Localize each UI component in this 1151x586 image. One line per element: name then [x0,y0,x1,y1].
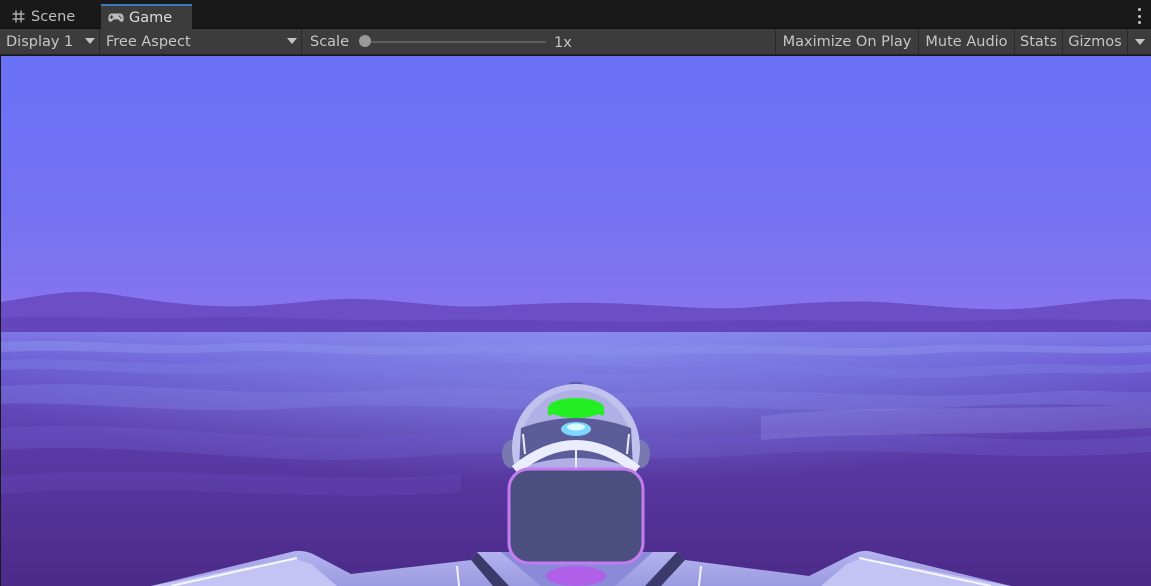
aspect-dropdown-label: Free Aspect [106,33,191,50]
game-view-toolbar: Display 1 Free Aspect Scale 1x Maximize … [0,29,1151,55]
grid-hash-icon [10,9,26,25]
scale-label: Scale [310,34,350,50]
game-viewport[interactable] [1,56,1151,586]
more-options-icon[interactable] [1136,8,1142,24]
mute-audio-toggle[interactable]: Mute Audio [918,29,1014,54]
tab-scene-label: Scene [31,8,76,25]
tab-game-label: Game [129,9,173,26]
scale-value: 1x [554,35,572,51]
display-dropdown-label: Display 1 [6,33,74,50]
scale-slider-handle[interactable] [359,35,371,47]
tab-bar: Scene Game [0,0,1151,29]
aspect-dropdown[interactable]: Free Aspect [100,29,302,54]
scale-slider-track[interactable] [365,41,546,43]
maximize-on-play-toggle[interactable]: Maximize On Play [775,29,918,54]
chevron-down-icon [1134,38,1145,45]
gizmos-dropdown[interactable] [1127,29,1151,54]
tab-scene[interactable]: Scene [0,4,100,29]
chevron-down-icon [85,38,95,44]
game-render [1,56,1151,586]
chevron-down-icon [287,38,297,44]
stats-toggle[interactable]: Stats [1014,29,1062,54]
gizmos-toggle[interactable]: Gizmos [1062,29,1127,54]
tab-game[interactable]: Game [101,4,192,29]
gamepad-icon [108,10,124,26]
display-dropdown[interactable]: Display 1 [0,29,100,54]
